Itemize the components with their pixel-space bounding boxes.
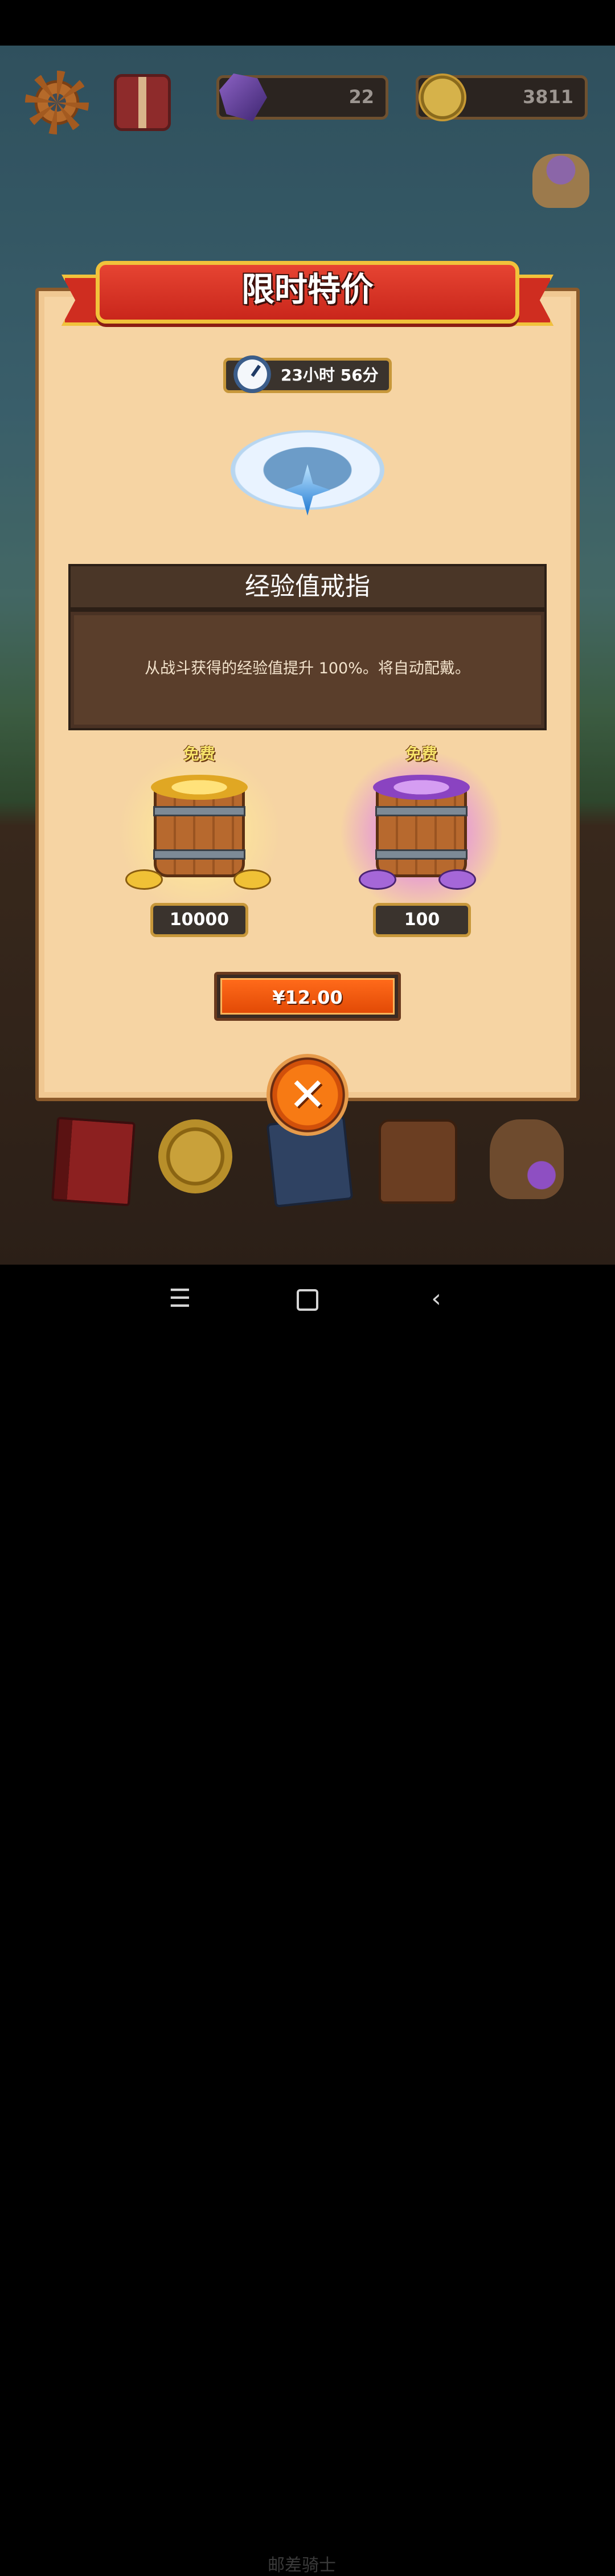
coin-counter: 3811 — [416, 73, 588, 121]
status-bar — [0, 0, 615, 46]
watermark-text: 邮差骑士 — [268, 2555, 336, 2575]
buy-button[interactable]: ¥12.00 — [214, 972, 401, 1021]
price-label: ¥12.00 — [220, 978, 395, 1015]
treasure-bag-icon[interactable] — [490, 1119, 564, 1199]
close-icon: ✕ — [288, 1068, 327, 1121]
coin-count: 3811 — [522, 86, 573, 108]
menu-icon[interactable]: ☰ — [157, 1276, 203, 1322]
gem-bucket-icon — [330, 746, 512, 917]
backpack-icon[interactable] — [379, 1119, 457, 1204]
gift-box-icon[interactable] — [114, 74, 171, 131]
coin-icon — [419, 73, 466, 121]
coin-bucket-icon — [108, 746, 290, 917]
stopwatch-icon — [233, 355, 271, 393]
gem-count: 22 — [348, 86, 374, 108]
settings-gear-icon[interactable] — [25, 71, 89, 134]
home-button[interactable] — [285, 1276, 330, 1322]
star-medal-icon[interactable] — [158, 1119, 232, 1193]
coin-reward-amount: 10000 — [150, 903, 248, 937]
item-name: 经验值戒指 — [68, 564, 547, 610]
close-button[interactable]: ✕ — [266, 1054, 348, 1136]
gem-counter: 22 — [216, 73, 388, 121]
shop-bag-icon[interactable] — [532, 154, 589, 208]
book-icon[interactable] — [51, 1117, 136, 1207]
back-icon[interactable]: ‹ — [413, 1276, 459, 1322]
item-description: 从战斗获得的经验值提升 100%。将自动配戴。 — [68, 610, 547, 730]
free-label-coins: 免费 — [183, 745, 215, 763]
gem-icon — [219, 73, 267, 121]
ring-icon — [231, 430, 384, 527]
home-icon — [297, 1289, 318, 1311]
system-nav-bar: 邮差骑士 ☰ ‹ — [0, 1265, 615, 2575]
gem-reward-amount: 100 — [373, 903, 471, 937]
free-label-gems: 免费 — [405, 745, 437, 763]
dialog-title: 限时特价 — [241, 270, 374, 309]
